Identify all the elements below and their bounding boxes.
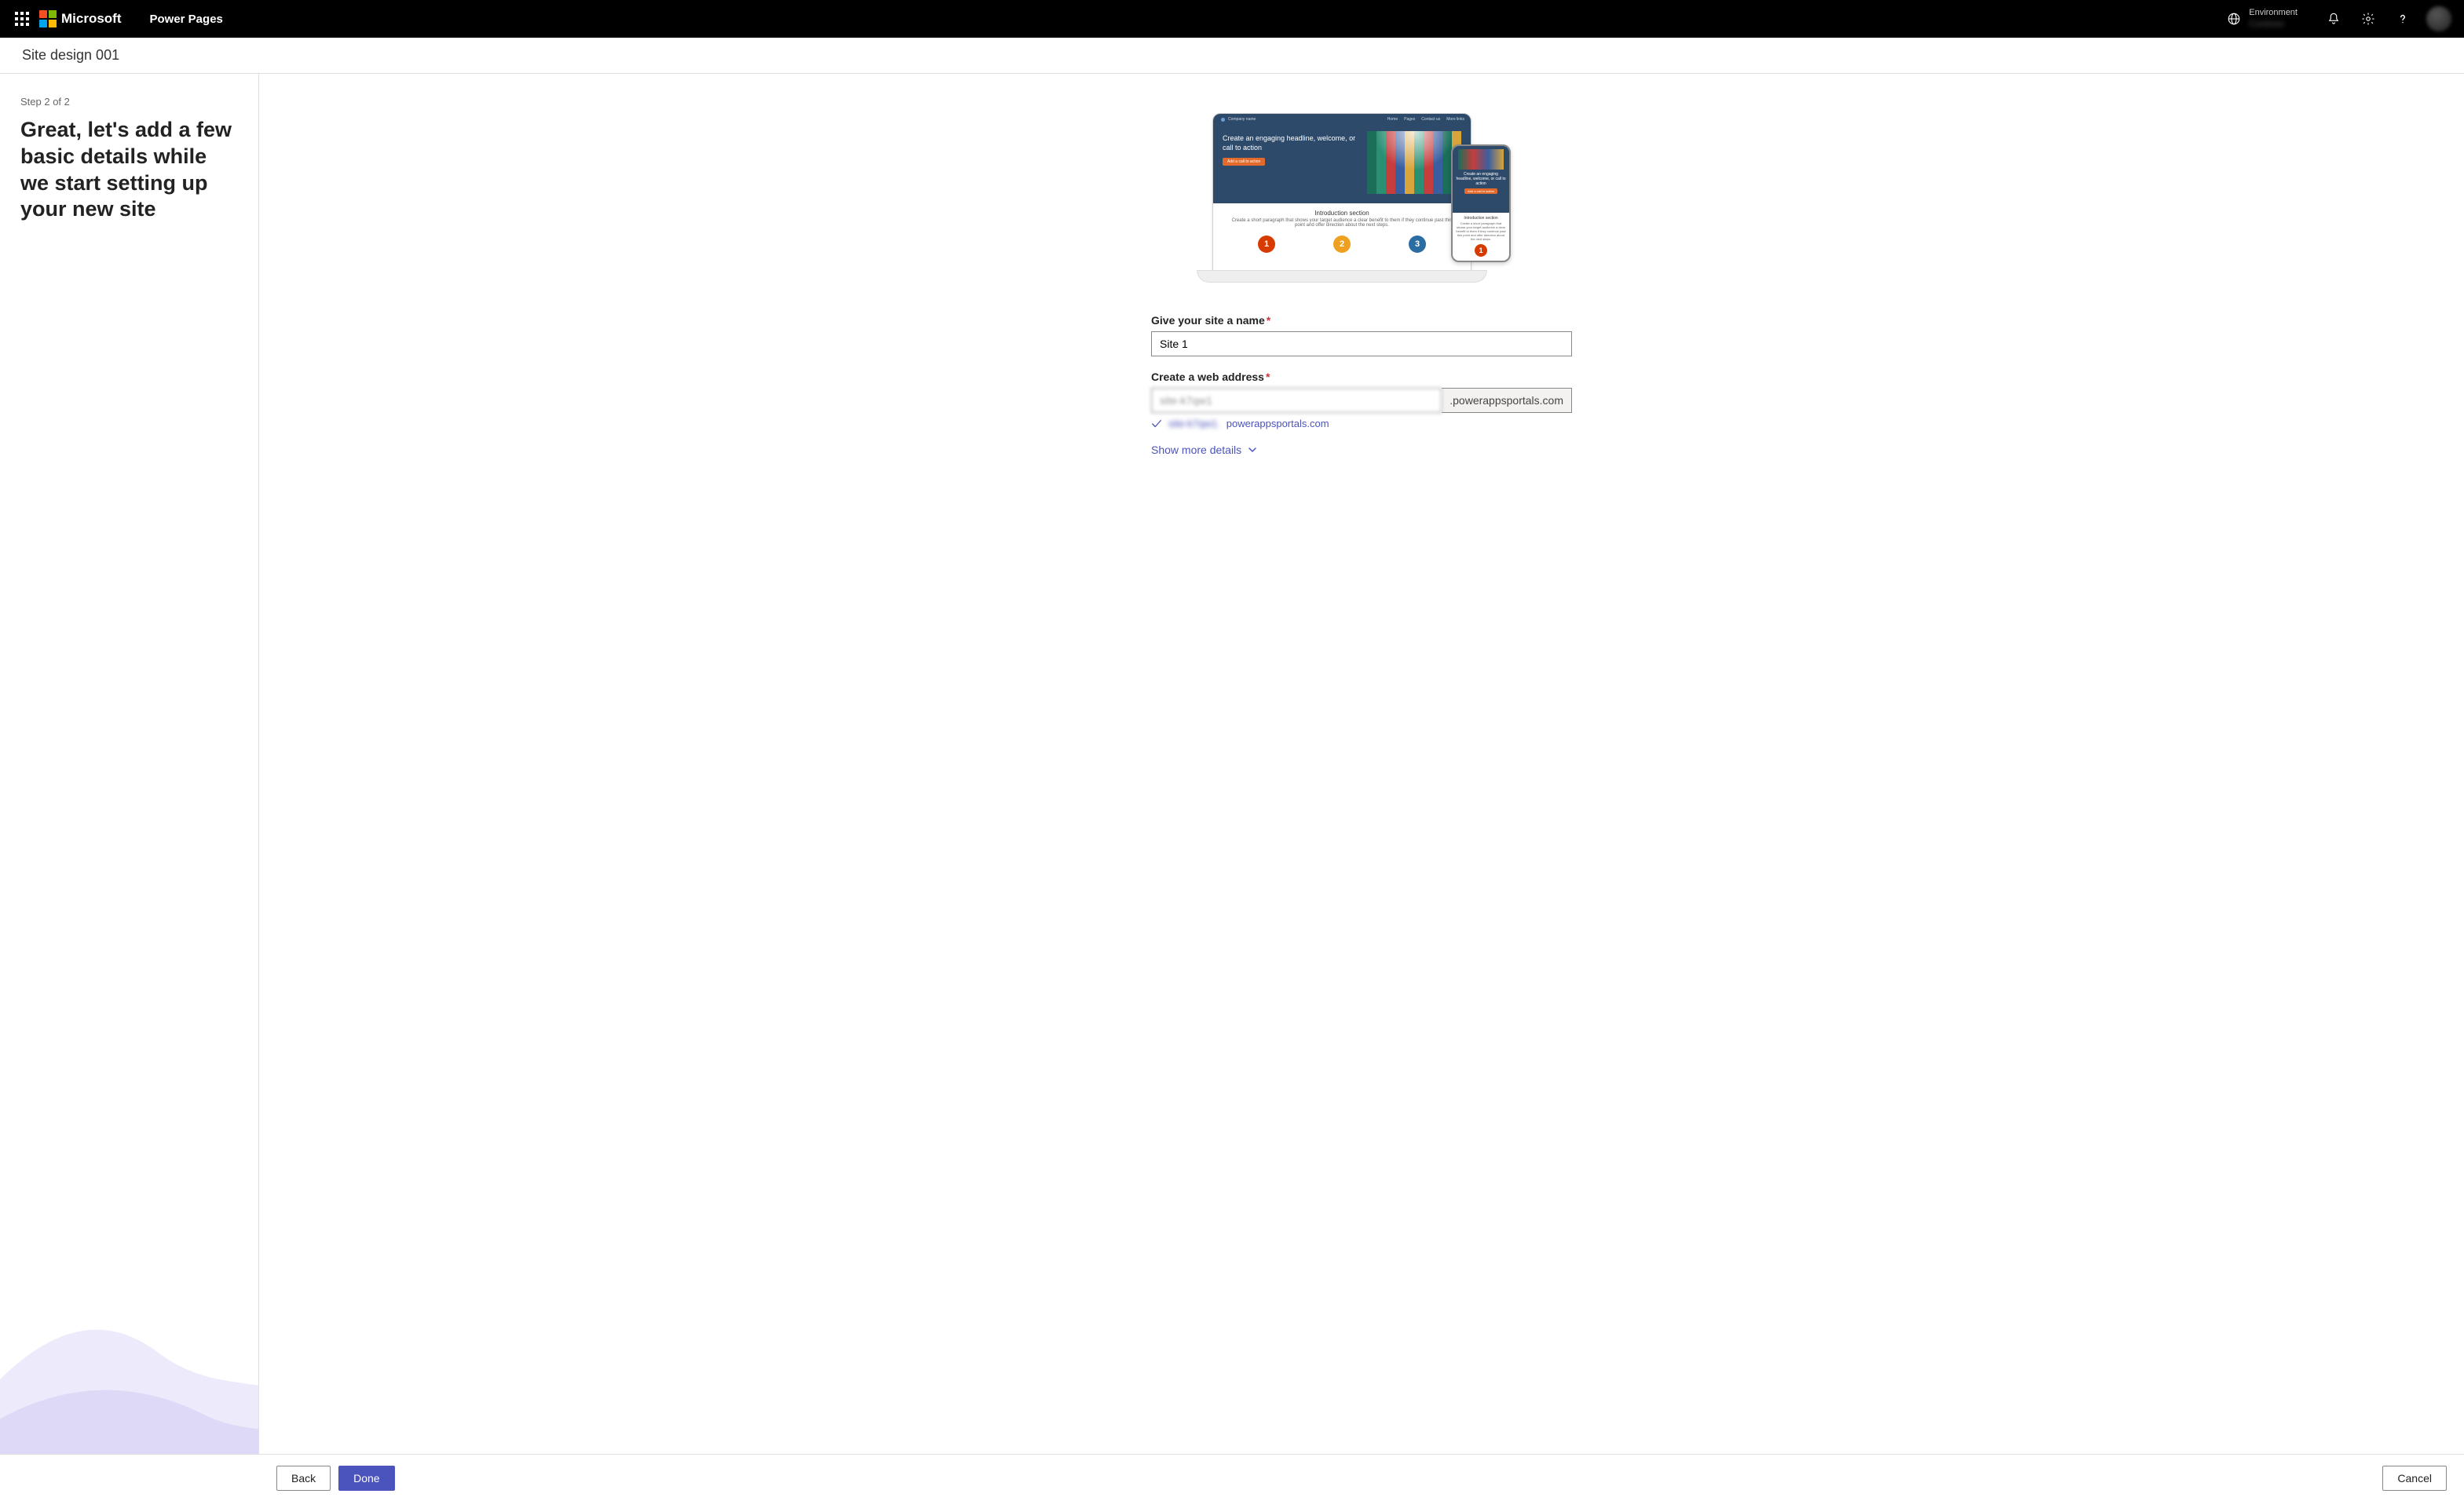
main-content: Step 2 of 2 Great, let's add a few basic… (0, 74, 2464, 1454)
environment-label: Environment (2249, 8, 2298, 18)
preview-intro-body: Create a short paragraph that shows your… (1229, 218, 1455, 228)
validated-url-domain: powerappsportals.com (1227, 418, 1329, 429)
gear-icon (2361, 12, 2375, 26)
preview-step-3-icon: 3 (1409, 236, 1426, 253)
user-avatar[interactable] (2426, 6, 2451, 31)
preview-step-2-icon: 2 (1333, 236, 1351, 253)
help-button[interactable] (2385, 0, 2420, 38)
environment-icon (2227, 12, 2241, 26)
preview-intro-title: Introduction section (1229, 210, 1455, 217)
cancel-button[interactable]: Cancel (2382, 1466, 2447, 1491)
preview-step-1-icon: 1 (1258, 236, 1275, 253)
preview-hero-cta: Add a call to action (1223, 158, 1265, 166)
wizard-footer: Back Done Cancel (0, 1454, 2464, 1501)
preview-phone-headline: Create an engaging headline, welcome, or… (1456, 172, 1506, 186)
site-name-input[interactable] (1151, 331, 1572, 356)
preview-company-name: Company name (1221, 117, 1256, 122)
web-address-input[interactable] (1151, 388, 1442, 413)
app-launcher-button[interactable] (6, 0, 38, 38)
environment-picker[interactable]: Environment Contoso (2208, 8, 2316, 30)
back-button[interactable]: Back (276, 1466, 331, 1491)
preview-phone-intro-body: Create a short paragraph that shows your… (1456, 221, 1506, 241)
microsoft-logo[interactable]: Microsoft (39, 10, 122, 27)
waffle-icon (15, 12, 29, 26)
checkmark-icon (1151, 418, 1162, 429)
web-address-suffix: .powerappsportals.com (1442, 388, 1572, 413)
bell-icon (2327, 12, 2341, 26)
microsoft-logo-icon (39, 10, 57, 27)
preview-nav-pages: Pages (1404, 117, 1415, 122)
site-name-label: Give your site a name* (1151, 314, 1572, 327)
environment-value: Contoso (2249, 18, 2298, 29)
site-design-title: Site design 001 (22, 47, 119, 64)
preview-nav-more: More links (1446, 117, 1464, 122)
validated-url-prefix: site-k7qw1. (1168, 418, 1220, 429)
notifications-button[interactable] (2316, 0, 2351, 38)
product-name[interactable]: Power Pages (150, 13, 223, 26)
preview-nav-home: Home (1387, 117, 1398, 122)
preview-hero-headline: Create an engaging headline, welcome, or… (1223, 134, 1359, 152)
chevron-down-icon (1248, 445, 1257, 455)
question-icon (2396, 12, 2410, 26)
web-address-validated: site-k7qw1. powerappsportals.com (1151, 418, 1572, 429)
web-address-label: Create a web address* (1151, 371, 1572, 383)
wizard-form-panel: Company name Home Pages Contact us More … (259, 74, 2464, 1454)
preview-hero-image (1367, 131, 1461, 194)
wizard-step-indicator: Step 2 of 2 (20, 96, 238, 108)
microsoft-wordmark: Microsoft (61, 11, 122, 27)
site-preview-illustration: Company name Home Pages Contact us More … (1212, 113, 1511, 294)
settings-button[interactable] (2351, 0, 2385, 38)
show-more-details-toggle[interactable]: Show more details (1151, 444, 1572, 456)
preview-phone-intro-title: Introduction section (1456, 216, 1506, 221)
preview-phone-step-1-icon: 1 (1475, 244, 1487, 257)
preview-nav-contact: Contact us (1421, 117, 1440, 122)
preview-phone-cta: Add a call to action (1464, 188, 1497, 194)
page-subheader: Site design 001 (0, 38, 2464, 74)
wizard-title: Great, let's add a few basic details whi… (20, 117, 238, 223)
wizard-side-panel: Step 2 of 2 Great, let's add a few basic… (0, 74, 259, 1454)
preview-phone-hero-image (1458, 149, 1504, 170)
done-button[interactable]: Done (338, 1466, 394, 1491)
decorative-wave (0, 1258, 259, 1454)
global-header: Microsoft Power Pages Environment Contos… (0, 0, 2464, 38)
